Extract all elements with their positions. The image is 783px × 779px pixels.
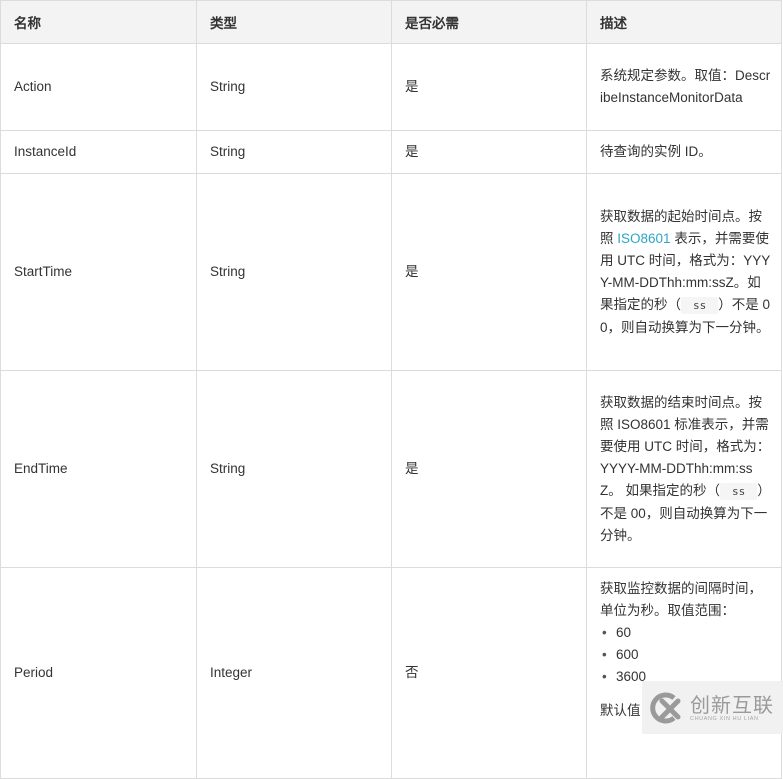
param-type: String xyxy=(196,43,392,131)
param-description: 系统规定参数。取值：DescribeInstanceMonitorData xyxy=(586,43,782,131)
table-row: EndTime String 是 获取数据的结束时间点。按照 ISO8601 标… xyxy=(0,370,782,568)
table-row: InstanceId String 是 待查询的实例 ID。 xyxy=(0,130,782,174)
param-type: String xyxy=(196,173,392,371)
param-description: 获取数据的起始时间点。按照 ISO8601 表示，并需要使用 UTC 时间，格式… xyxy=(586,173,782,371)
watermark-text-cn: 创新互联 xyxy=(690,692,774,717)
value-options-list: 60 600 3600 xyxy=(600,622,771,688)
param-type: String xyxy=(196,130,392,174)
watermark-text-en: CHUANG XIN HU LIAN xyxy=(690,715,759,722)
header-type: 类型 xyxy=(196,0,392,44)
watermark: 创新互联 CHUANG XIN HU LIAN xyxy=(642,681,783,734)
table-row: StartTime String 是 获取数据的起始时间点。按照 ISO8601… xyxy=(0,173,782,371)
inline-code: ss xyxy=(720,482,758,500)
table-row: Action String 是 系统规定参数。取值：DescribeInstan… xyxy=(0,43,782,131)
param-description: 获取监控数据的间隔时间，单位为秒。取值范围： 60 600 3600 默认值 xyxy=(586,567,782,779)
cx-logo-icon xyxy=(648,690,684,726)
param-required: 是 xyxy=(391,370,587,568)
param-description: 获取数据的结束时间点。按照 ISO8601 标准表示，并需要使用 UTC 时间，… xyxy=(586,370,782,568)
header-required: 是否必需 xyxy=(391,0,587,44)
header-description: 描述 xyxy=(586,0,782,44)
param-name: EndTime xyxy=(0,370,197,568)
param-description: 待查询的实例 ID。 xyxy=(586,130,782,174)
parameters-table: 名称 类型 是否必需 描述 Action String 是 系统规定参数。取值：… xyxy=(0,0,782,779)
param-type: String xyxy=(196,370,392,568)
param-name: InstanceId xyxy=(0,130,197,174)
param-required: 否 xyxy=(391,567,587,779)
param-required: 是 xyxy=(391,130,587,174)
inline-code: ss xyxy=(681,296,719,314)
list-item: 600 xyxy=(602,644,771,666)
param-type: Integer xyxy=(196,567,392,779)
header-name: 名称 xyxy=(0,0,197,44)
iso8601-link[interactable]: ISO8601 xyxy=(617,231,670,246)
table-header-row: 名称 类型 是否必需 描述 xyxy=(0,0,782,44)
param-name: Period xyxy=(0,567,197,779)
param-required: 是 xyxy=(391,43,587,131)
list-item: 60 xyxy=(602,622,771,644)
desc-text: 获取监控数据的间隔时间，单位为秒。取值范围： xyxy=(600,581,762,618)
table-row: Period Integer 否 获取监控数据的间隔时间，单位为秒。取值范围： … xyxy=(0,567,782,779)
param-required: 是 xyxy=(391,173,587,371)
param-name: Action xyxy=(0,43,197,131)
param-name: StartTime xyxy=(0,173,197,371)
